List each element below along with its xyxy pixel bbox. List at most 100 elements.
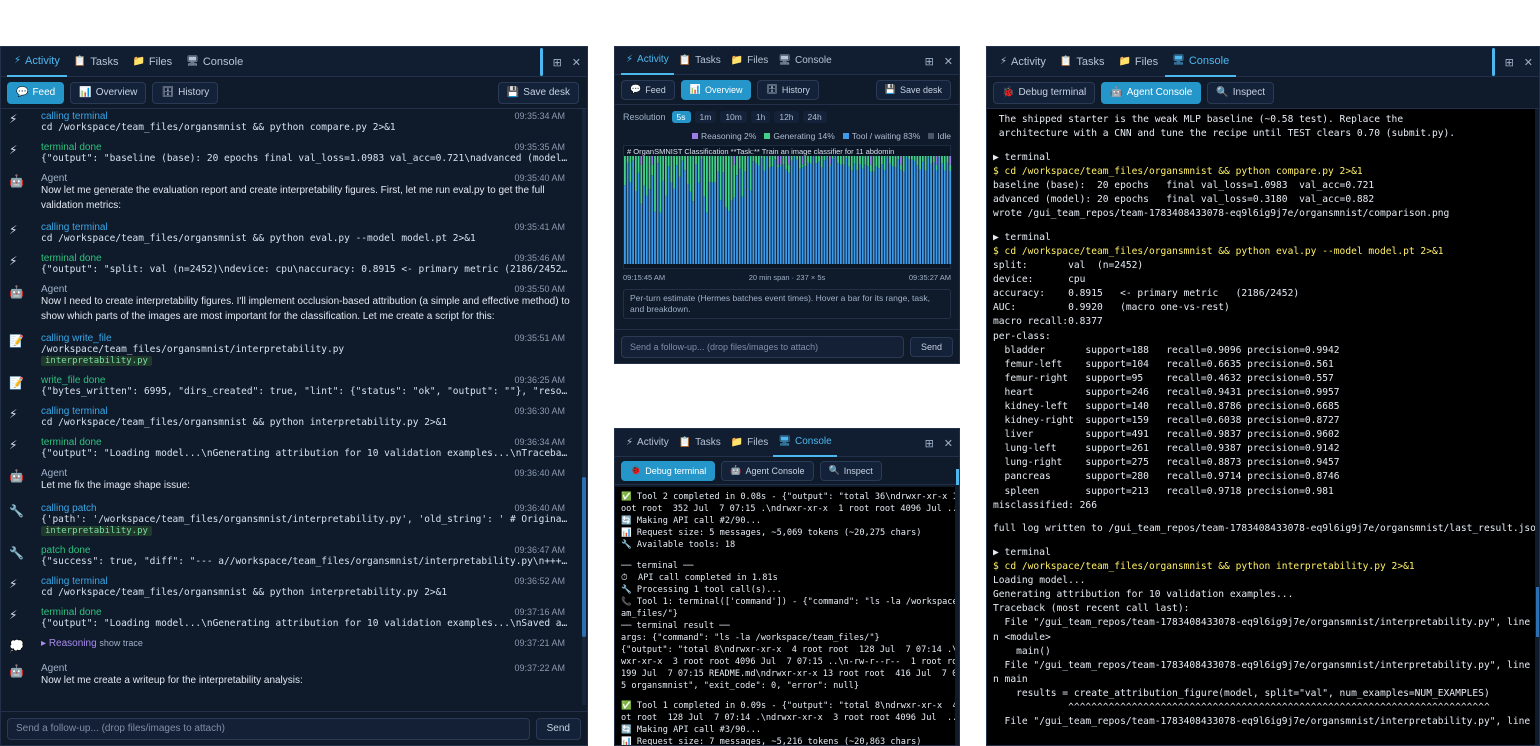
timeline-bar-generating[interactable] (908, 156, 911, 159)
close-icon[interactable]: ✕ (1524, 56, 1533, 69)
timeline-bar-tool[interactable] (757, 165, 760, 264)
timeline-bar-tool[interactable] (730, 200, 733, 264)
timeline-bar-generating[interactable] (714, 156, 717, 183)
follow-up-input[interactable]: Send a follow-up... (drop files/images t… (7, 717, 530, 740)
drag-handle[interactable] (1491, 48, 1495, 76)
timeline-bar-generating[interactable] (727, 156, 730, 212)
resolution-option[interactable]: 5s (671, 111, 691, 123)
tab-tasks[interactable]: 📋 Tasks (1053, 47, 1112, 77)
subtab-overview[interactable]: 📊 Overview (70, 81, 147, 104)
tab-files[interactable]: 📁 Files (726, 429, 774, 457)
timeline-bar-generating[interactable] (880, 156, 883, 165)
timeline-bar-generating[interactable] (708, 156, 711, 183)
tab-tasks[interactable]: 📋 Tasks (67, 47, 126, 77)
timeline-bar-tool[interactable] (848, 166, 850, 264)
timeline-bar-tool[interactable] (719, 200, 722, 264)
timeline-bar-tool[interactable] (902, 171, 905, 264)
timeline-bar-tool[interactable] (681, 160, 684, 264)
grid-icon[interactable]: ⊞ (1505, 56, 1514, 69)
timeline-bar-tool[interactable] (905, 156, 908, 264)
timeline-bar-generating[interactable] (809, 156, 812, 164)
close-icon[interactable]: ✕ (572, 56, 581, 69)
timeline-bar-tool[interactable] (785, 169, 788, 264)
timeline-bar-tool[interactable] (662, 180, 665, 264)
timeline-bar-tool[interactable] (900, 169, 902, 264)
timeline-bar-tool[interactable] (820, 167, 823, 264)
timeline-bar-tool[interactable] (894, 166, 897, 264)
timeline-bar-tool[interactable] (782, 164, 785, 264)
timeline-bar-generating[interactable] (793, 156, 796, 158)
subtab-history[interactable]: 🗄 History (757, 79, 819, 100)
timeline-bar-generating[interactable] (697, 156, 700, 183)
grid-icon[interactable]: ⊞ (925, 55, 934, 68)
timeline-bar-tool[interactable] (752, 161, 755, 264)
send-button[interactable]: Send (535, 717, 581, 740)
timeline-bar-tool[interactable] (809, 163, 812, 264)
timeline-bar-generating[interactable] (736, 156, 738, 176)
timeline-bar-generating[interactable] (686, 156, 689, 184)
timeline-bar-tool[interactable] (897, 159, 900, 264)
timeline-bar-generating[interactable] (900, 164, 902, 170)
resolution-option[interactable]: 10m (720, 111, 747, 123)
timeline-bar-tool[interactable] (706, 212, 708, 264)
timeline-bar-tool[interactable] (883, 170, 886, 264)
feed-item[interactable]: ⚡ terminal done {"output": "baseline (base… (1, 140, 581, 166)
timeline-bar-generating[interactable] (911, 156, 913, 160)
timeline-bar-tool[interactable] (856, 170, 859, 264)
timeline-bar-generating[interactable] (763, 156, 766, 171)
subtab-feed[interactable]: 💬 Feed (621, 79, 675, 100)
timeline-bar-tool[interactable] (771, 166, 774, 264)
timeline-bar-tool[interactable] (861, 168, 864, 264)
timeline-bar-tool[interactable] (889, 163, 891, 264)
timeline-bar-generating[interactable] (689, 156, 692, 192)
timeline-bar-tool[interactable] (779, 165, 782, 264)
agent-console-output[interactable]: The shipped starter is the weak MLP base… (987, 109, 1535, 745)
timeline-bar-tool[interactable] (790, 160, 793, 264)
timeline-bar-tool[interactable] (747, 156, 749, 264)
timeline-bar-generating[interactable] (643, 156, 645, 186)
timeline-bar-tool[interactable] (624, 185, 626, 264)
subtab-debug-terminal[interactable]: 🐞 Debug terminal (621, 460, 716, 481)
feed-item[interactable]: 🤖 Agent Now let me generate the evaluation… (1, 171, 581, 215)
timeline-bar-reasoning[interactable] (651, 156, 654, 165)
tab-tasks[interactable]: 📋 Tasks (674, 429, 726, 457)
timeline-bar-tool[interactable] (801, 167, 804, 264)
timeline-bar-generating[interactable] (831, 156, 834, 160)
timeline-bar-generating[interactable] (637, 156, 640, 173)
reasoning-row[interactable]: ▸ Reasoning show trace (41, 638, 571, 649)
show-trace-link[interactable]: show trace (99, 638, 143, 648)
timeline-bar-tool[interactable] (880, 164, 883, 264)
timeline-bar-tool[interactable] (867, 166, 870, 264)
timeline-bar-tool[interactable] (703, 196, 706, 264)
timeline-bar-generating[interactable] (927, 156, 930, 158)
timeline-bar-tool[interactable] (927, 157, 930, 264)
timeline-bar-tool[interactable] (766, 156, 768, 264)
timeline-bar-generating[interactable] (902, 156, 905, 172)
timeline-bar-tool[interactable] (815, 163, 818, 264)
timeline-bar-generating[interactable] (798, 156, 801, 169)
timeline-bar-generating[interactable] (943, 156, 946, 171)
timeline-bar-generating[interactable] (692, 156, 695, 202)
tab-activity[interactable]: ⚡ Activity (993, 47, 1053, 77)
subtab-agent-console[interactable]: 🤖 Agent Console (1101, 81, 1202, 104)
timeline-bar-tool[interactable] (908, 158, 911, 264)
tab-console[interactable]: 🖥 Console (773, 429, 837, 457)
timeline-bar-generating[interactable] (820, 156, 823, 168)
timeline-bar-tool[interactable] (793, 157, 796, 264)
debug-terminal-output[interactable]: ✅ Tool 2 completed in 0.08s - {"output":… (615, 487, 955, 745)
timeline-bar-reasoning[interactable] (935, 156, 938, 165)
timeline-bar-tool[interactable] (788, 172, 790, 264)
timeline-bar-tool[interactable] (804, 166, 807, 264)
timeline-bar-generating[interactable] (662, 156, 665, 181)
timeline-bar-generating[interactable] (949, 164, 952, 171)
feed-item[interactable]: 💭 ▸ Reasoning show trace 09:37:21 AM (1, 636, 581, 656)
timeline-bar-tool[interactable] (744, 171, 747, 264)
timeline-bar-generating[interactable] (894, 156, 897, 167)
timeline-bar-tool[interactable] (629, 182, 632, 264)
timeline-bar-tool[interactable] (853, 163, 856, 264)
timeline-bar-tool[interactable] (725, 206, 727, 264)
timeline-bar-generating[interactable] (837, 156, 840, 164)
timeline-bar-generating[interactable] (678, 156, 681, 177)
resolution-option[interactable]: 1m (694, 111, 717, 123)
timeline-bar-generating[interactable] (722, 156, 725, 173)
